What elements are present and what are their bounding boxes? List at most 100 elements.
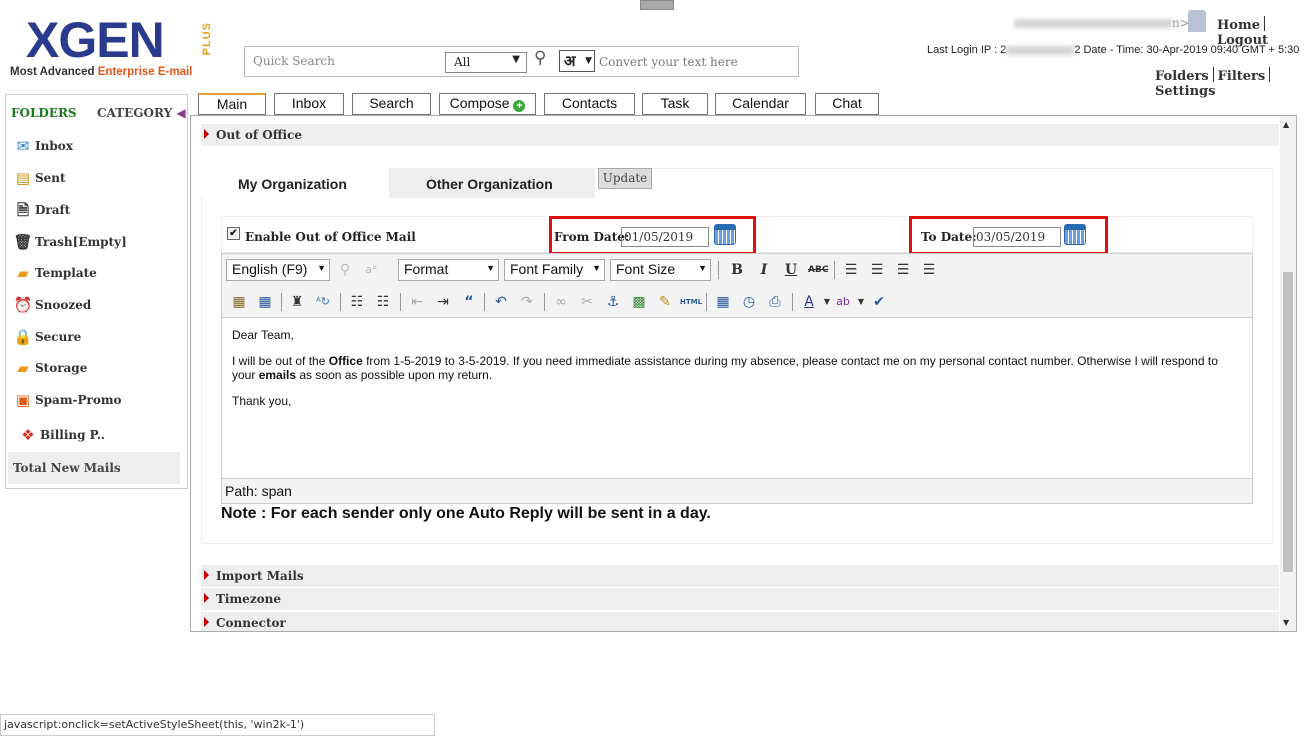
language-transliterate-button[interactable]: अ ▼ (559, 50, 595, 72)
numbered-list-icon[interactable]: ☷ (374, 292, 392, 312)
expand-arrow-icon (204, 617, 209, 627)
bullet-list-icon[interactable]: ☷ (348, 292, 366, 312)
font-scale-icon[interactable]: aᴬ (362, 260, 380, 280)
html-source-icon[interactable]: HTML (680, 292, 702, 312)
font-family-select[interactable]: Font Family ▼ (504, 259, 605, 281)
folders-heading[interactable]: FOLDERS (11, 106, 77, 120)
category-heading[interactable]: CATEGORY ◀ (97, 106, 186, 120)
tab-inbox[interactable]: Inbox (274, 93, 344, 115)
to-date-input[interactable]: 03/05/2019 (973, 227, 1061, 247)
sidebar-header: FOLDERS CATEGORY ◀ (11, 106, 186, 120)
sidebar-item-secure[interactable]: 🔒 Secure (13, 328, 82, 346)
sidebar-item-trash[interactable]: 🗑 Trash[Empty] (13, 233, 126, 251)
sidebar-item-inbox[interactable]: ✉ Inbox (13, 137, 73, 155)
italic-icon[interactable]: I (755, 260, 773, 280)
indent-icon[interactable]: ⇥ (434, 292, 452, 312)
align-center-icon[interactable]: ☰ (868, 260, 886, 280)
rich-text-editor: English (F9) ▼ ⚲ aᴬ Format ▼ Font Family ▼ … (221, 253, 1253, 504)
paste-icon[interactable]: ▦ (230, 292, 248, 312)
tab-other-organization[interactable]: Other Organization (389, 168, 595, 198)
language-select[interactable]: English (F9) ▼ (226, 259, 330, 281)
scroll-down-icon[interactable]: ▼ (1283, 618, 1289, 627)
avatar[interactable] (1188, 10, 1206, 32)
tab-task[interactable]: Task (642, 93, 708, 115)
tab-my-organization[interactable]: My Organization (201, 168, 387, 198)
panel-scrollbar[interactable]: ▲ ▼ (1280, 116, 1296, 631)
image-icon[interactable]: ▩ (630, 292, 648, 312)
convert-text-input[interactable]: Convert your text here (599, 55, 738, 69)
quick-search-input[interactable]: Quick Search (253, 54, 335, 68)
editor-content[interactable]: Dear Team, I will be out of the Office f… (232, 328, 1242, 420)
undo-icon[interactable]: ↶ (492, 292, 510, 312)
folders-link[interactable]: Folders (1155, 69, 1209, 84)
billing-icon: ❖ (21, 426, 35, 444)
update-button[interactable]: Update (598, 168, 652, 189)
align-justify-icon[interactable]: ☰ (920, 260, 938, 280)
find-icon[interactable]: ♜ (288, 292, 306, 312)
section-connector[interactable]: Connector (201, 612, 1279, 631)
align-right-icon[interactable]: ☰ (894, 260, 912, 280)
home-link[interactable]: Home (1217, 18, 1260, 33)
tab-calendar[interactable]: Calendar (715, 93, 806, 115)
blockquote-icon[interactable]: “ (460, 292, 478, 312)
user-email: n> (1014, 16, 1190, 30)
scroll-up-icon[interactable]: ▲ (1283, 120, 1289, 129)
redo-icon[interactable]: ↷ (518, 292, 536, 312)
quick-search-bar: Quick Search All ▼ ⚲ अ ▼ Convert your text… (244, 46, 799, 77)
preview-icon[interactable]: ⎙ (766, 292, 784, 312)
spam-icon: ▣ (15, 391, 31, 409)
chevron-down-icon[interactable]: ▼ (852, 292, 870, 312)
storage-folder-icon: ▰ (17, 359, 29, 377)
align-left-icon[interactable]: ☰ (842, 260, 860, 280)
section-import-mails[interactable]: Import Mails (201, 565, 1279, 587)
sidebar-item-template[interactable]: ▰ Template (13, 264, 97, 282)
enable-out-of-office-checkbox[interactable]: ✔ (227, 227, 240, 240)
insert-date-icon[interactable]: ▦ (714, 292, 732, 312)
strikethrough-icon[interactable]: ABC (808, 260, 828, 280)
text-color-icon[interactable]: A (800, 292, 818, 312)
sidebar-item-draft[interactable]: 🗎 Draft (13, 201, 70, 219)
underline-icon[interactable]: U (782, 260, 800, 280)
tab-compose[interactable]: Compose + (439, 93, 536, 115)
font-size-select[interactable]: Font Size ▼ (610, 259, 711, 281)
top-grip-handle[interactable] (640, 0, 674, 10)
bold-icon[interactable]: B (728, 260, 746, 280)
calendar-icon[interactable] (1064, 224, 1086, 245)
settings-link[interactable]: Settings (1155, 84, 1215, 99)
sidebar-item-storage[interactable]: ▰ Storage (13, 359, 87, 377)
xgen-logo[interactable]: XGEN PLUS Most Advanced Enterprise E-mai… (10, 10, 215, 82)
search-icon[interactable]: ⚲ (534, 48, 546, 68)
cleanup-icon[interactable]: ✎ (656, 292, 674, 312)
total-new-mails[interactable]: Total New Mails (8, 452, 180, 484)
search-scope-select[interactable]: All ▼ (445, 52, 527, 73)
spellcheck-abc-icon[interactable]: ✔ (870, 292, 888, 312)
from-date-input[interactable]: 01/05/2019 (621, 227, 709, 247)
scrollbar-thumb[interactable] (1283, 272, 1293, 572)
tab-main[interactable]: Main (198, 93, 266, 115)
highlight-color-icon[interactable]: ab (834, 292, 852, 312)
anchor-icon[interactable]: ⚓ (604, 292, 622, 312)
tab-search[interactable]: Search (352, 93, 431, 115)
chevron-down-icon: ▼ (512, 54, 520, 65)
outdent-icon[interactable]: ⇤ (408, 292, 426, 312)
chevron-down-icon: ▼ (317, 263, 326, 273)
section-out-of-office[interactable]: Out of Office (201, 124, 1279, 146)
insert-time-icon[interactable]: ◷ (740, 292, 758, 312)
unlink-icon[interactable]: ✂ (578, 292, 596, 312)
sidebar-item-sent[interactable]: ▤ Sent (13, 169, 66, 187)
body-text: I will be out of the Office from 1-5-201… (232, 354, 1218, 382)
filters-link[interactable]: Filters (1218, 69, 1266, 84)
calendar-icon[interactable] (714, 224, 736, 245)
paste-word-icon[interactable]: ▦ (256, 292, 274, 312)
sidebar-item-snoozed[interactable]: ⏰ Snoozed (13, 296, 92, 314)
tab-contacts[interactable]: Contacts (544, 93, 635, 115)
link-icon[interactable]: ∞ (552, 292, 570, 312)
format-select[interactable]: Format ▼ (398, 259, 499, 281)
sidebar-item-spam-promo[interactable]: ▣ Spam-Promo (13, 391, 122, 409)
tab-chat[interactable]: Chat (815, 93, 879, 115)
replace-icon[interactable]: ᴬ↻ (314, 292, 332, 312)
section-timezone[interactable]: Timezone (201, 588, 1279, 610)
expand-arrow-icon (204, 570, 209, 580)
spellcheck-icon[interactable]: ⚲ (336, 260, 354, 280)
sidebar-item-billing[interactable]: ❖ Billing P.. (18, 426, 105, 444)
